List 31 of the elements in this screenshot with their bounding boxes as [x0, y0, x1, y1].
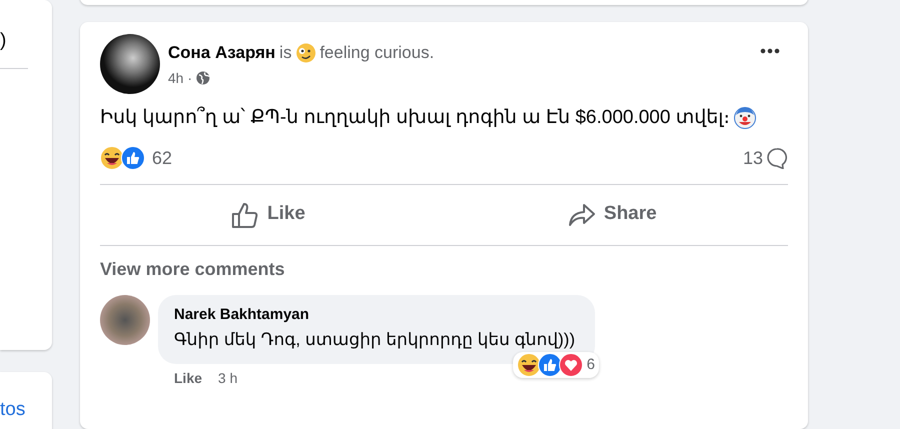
comment-count[interactable]: 13 [742, 144, 763, 172]
thumbs-up-reaction-icon [538, 353, 562, 377]
more-icon [760, 48, 780, 54]
comment-icon [766, 147, 788, 169]
clown-emoji-icon [734, 107, 756, 130]
curious-emoji-icon [296, 42, 316, 63]
sidebar-text: ) [0, 29, 8, 53]
commenter-photo-placeholder[interactable] [100, 294, 150, 344]
heart-reaction-icon [558, 353, 583, 377]
laughing-emoji-icon [100, 146, 124, 170]
sidebar-link[interactable]: tos [0, 396, 26, 424]
post-text: Իսկ կարո՞ղ ա՝ ՔՊ-ն ուղղակի սխալ դոգին ա Էն $6.000.000 տվել։ [100, 106, 730, 130]
comment-reaction-count: 6 [586, 354, 595, 375]
comment-reactions[interactable]: 6 [512, 352, 599, 378]
share-arrow-icon [568, 202, 596, 226]
comment-like-link[interactable]: Like [174, 368, 202, 389]
post-time-link[interactable]: 4h · [168, 68, 192, 88]
commenter-name-link[interactable]: Narek Bakhtamyan [174, 304, 310, 326]
feeling-verb: is [279, 42, 292, 64]
globe-icon [196, 71, 210, 85]
thumbs-up-reaction-icon [121, 146, 145, 170]
reaction-count[interactable]: 62 [152, 144, 172, 172]
author-link[interactable]: Сона Азарян [168, 40, 276, 66]
comment-time-link[interactable]: 3 h [218, 368, 238, 389]
comment-text: Գնիր մեկ Դոգ, ստացիր երկրորդը կես գնով))) [174, 328, 576, 350]
like-button[interactable]: Like [100, 184, 437, 244]
view-more-comments-link[interactable]: View more comments [100, 256, 285, 282]
thumbs-up-icon [231, 200, 260, 228]
feeling-text: feeling curious. [320, 42, 434, 64]
share-button[interactable]: Share [436, 184, 788, 244]
laughing-emoji-icon [516, 353, 541, 377]
